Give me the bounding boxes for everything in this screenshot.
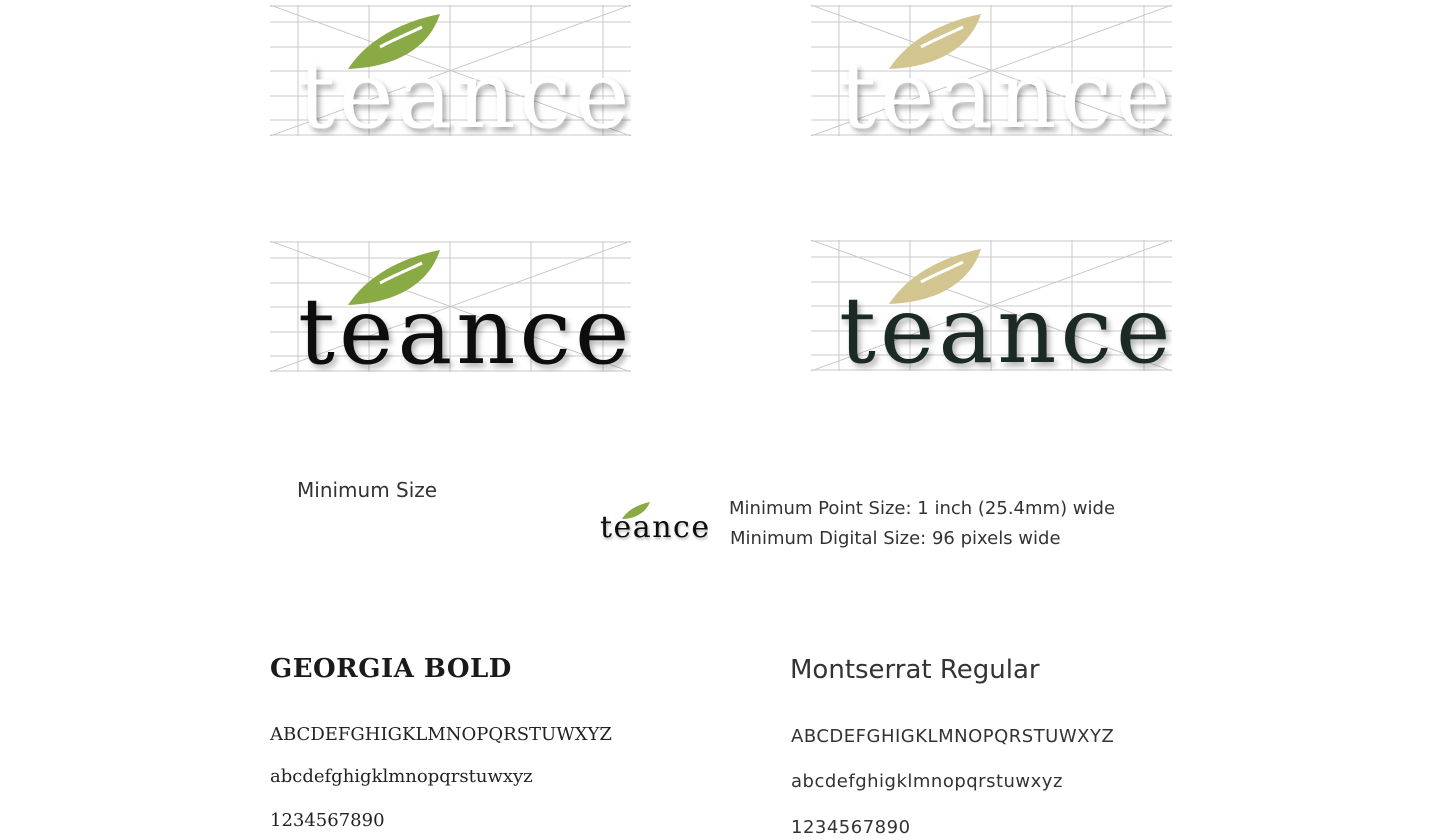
montserrat-digits-sample: 1234567890: [791, 817, 911, 838]
georgia-bold-title: GEORGIA BOLD: [270, 654, 512, 684]
logo-white-tan-leaf: teance: [811, 5, 1172, 136]
minimum-size-heading: Minimum Size: [297, 478, 438, 502]
wordmark-text: teance: [839, 42, 1172, 136]
logo-grid-svg: teance: [270, 241, 631, 372]
georgia-digits-sample: 1234567890: [270, 810, 385, 831]
wordmark-text: teance: [298, 278, 631, 372]
georgia-uppercase-sample: ABCDEFGHIGKLMNOPQRSTUWXYZ: [270, 724, 612, 745]
logo-black-green-leaf: teance: [270, 241, 631, 372]
logo-grid-svg: teance: [811, 5, 1172, 136]
logo-darkgreen-tan-leaf: teance: [811, 240, 1172, 371]
wordmark-text: teance: [839, 277, 1172, 371]
logo-grid-svg: teance: [811, 240, 1172, 371]
logo-grid-svg: teance: [270, 5, 631, 136]
logo-white-green-leaf: teance: [270, 5, 631, 136]
wordmark-text: teance: [298, 42, 631, 136]
wordmark-text: teance: [600, 510, 708, 545]
georgia-lowercase-sample: abcdefghigklmnopqrstuwxyz: [270, 766, 533, 787]
montserrat-lowercase-sample: abcdefghigklmnopqrstuwxyz: [791, 771, 1063, 792]
minimum-size-logo: teance: [598, 497, 709, 545]
minimum-digital-size: Minimum Digital Size: 96 pixels wide: [730, 528, 1061, 549]
montserrat-uppercase-sample: ABCDEFGHIGKLMNOPQRSTUWXYZ: [791, 726, 1115, 747]
mini-logo-svg: teance: [600, 502, 709, 545]
minimum-point-size: Minimum Point Size: 1 inch (25.4mm) wide: [729, 498, 1116, 519]
montserrat-regular-title: Montserrat Regular: [790, 655, 1040, 685]
